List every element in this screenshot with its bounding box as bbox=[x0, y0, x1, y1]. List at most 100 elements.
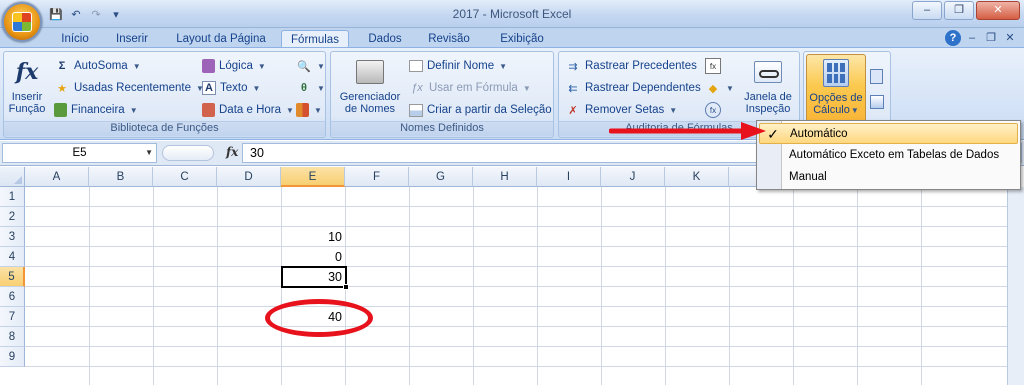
column-header-c[interactable]: C bbox=[153, 167, 217, 187]
menu-item-automatico-label: Automático bbox=[790, 128, 848, 140]
calcular-planilha-button[interactable] bbox=[870, 92, 884, 112]
column-header-g[interactable]: G bbox=[409, 167, 473, 187]
row-header-2[interactable]: 2 bbox=[0, 207, 25, 227]
usadas-recentemente-button[interactable]: ★ Usadas Recentemente ▼ bbox=[54, 78, 204, 98]
row-header-8[interactable]: 8 bbox=[0, 327, 25, 347]
avaliar-formula-button[interactable]: fx bbox=[705, 100, 721, 120]
workbook-restore-icon[interactable]: ❐ bbox=[983, 30, 999, 46]
chevron-down-icon: ▼ bbox=[286, 105, 294, 115]
remover-setas-button[interactable]: ✗ Remover Setas ▼ bbox=[565, 100, 677, 120]
expand-handle-icon[interactable] bbox=[162, 145, 214, 161]
row-header-4[interactable]: 4 bbox=[0, 247, 25, 267]
insert-function-icon[interactable]: fx bbox=[226, 145, 238, 159]
gridline bbox=[25, 226, 1020, 227]
gridline bbox=[25, 286, 1020, 287]
autosoma-button[interactable]: Σ AutoSoma ▼ bbox=[54, 56, 141, 76]
row-header-3[interactable]: 3 bbox=[0, 227, 25, 247]
mostrar-formulas-button[interactable]: fx bbox=[705, 56, 721, 76]
chevron-down-icon: ▼ bbox=[129, 105, 138, 115]
pesquisa-referencia-button[interactable]: 🔍 ▼ bbox=[296, 56, 325, 76]
row-header-6[interactable]: 6 bbox=[0, 287, 25, 307]
vertical-scrollbar[interactable] bbox=[1007, 187, 1024, 385]
tab-exibicao[interactable]: Exibição bbox=[492, 30, 552, 48]
menu-item-automatico[interactable]: ✓ Automático bbox=[759, 123, 1018, 144]
financeira-button[interactable]: Financeira ▼ bbox=[54, 100, 138, 120]
data-hora-button[interactable]: Data e Hora ▼ bbox=[202, 100, 294, 120]
row-header-7[interactable]: 7 bbox=[0, 307, 25, 327]
error-check-icon: ◆ bbox=[708, 82, 718, 95]
workbook-minimize-icon[interactable]: – bbox=[964, 30, 980, 46]
gerenciador-label-1: Gerenciador bbox=[339, 91, 401, 103]
office-button[interactable] bbox=[2, 2, 42, 42]
opcoes-calculo-button[interactable]: Opções de Cálculo▼ bbox=[806, 54, 866, 124]
column-header-b[interactable]: B bbox=[89, 167, 153, 187]
inserir-funcao-button[interactable]: fx Inserir Função bbox=[7, 56, 47, 115]
excel-window: 💾 ↶ ↷ ▾ 2017 - Microsoft Excel – ❐ ✕ Iní… bbox=[0, 0, 1024, 385]
usadas-label: Usadas Recentemente bbox=[74, 82, 191, 94]
close-button[interactable]: ✕ bbox=[976, 1, 1020, 20]
column-header-f[interactable]: F bbox=[345, 167, 409, 187]
logica-button[interactable]: Lógica ▼ bbox=[202, 56, 266, 76]
calculation-options-menu: ✓ Automático Automático Exceto em Tabela… bbox=[756, 120, 1021, 190]
chevron-down-icon: ▼ bbox=[850, 106, 859, 115]
tab-revisao[interactable]: Revisão bbox=[422, 30, 476, 48]
group-label-funcoes: Biblioteca de Funções bbox=[4, 121, 325, 136]
column-header-d[interactable]: D bbox=[217, 167, 281, 187]
worksheet-grid[interactable]: A B C D E F G H I J K L M N O 1 2 3 4 5 … bbox=[0, 167, 1024, 385]
column-header-k[interactable]: K bbox=[665, 167, 729, 187]
help-icon[interactable]: ? bbox=[945, 30, 961, 46]
column-header-h[interactable]: H bbox=[473, 167, 537, 187]
menu-item-manual[interactable]: Manual bbox=[759, 167, 1018, 188]
mais-funcoes-button[interactable]: ▼ bbox=[296, 100, 322, 120]
cell-e3[interactable]: 10 bbox=[281, 227, 345, 247]
fx-small-icon: ƒx bbox=[411, 82, 423, 94]
definir-nome-button[interactable]: Definir Nome ▼ bbox=[409, 56, 507, 76]
name-box[interactable]: E5 ▼ bbox=[2, 143, 157, 163]
restore-button[interactable]: ❐ bbox=[944, 1, 974, 20]
usar-em-formula-button[interactable]: ƒx Usar em Fórmula ▼ bbox=[409, 78, 531, 98]
chevron-down-icon[interactable]: ▼ bbox=[145, 144, 153, 162]
texto-button[interactable]: A Texto ▼ bbox=[202, 78, 260, 98]
office-logo-icon bbox=[12, 12, 32, 32]
tab-layout[interactable]: Layout da Página bbox=[170, 30, 272, 48]
remove-arrows-icon: ✗ bbox=[568, 104, 578, 117]
criar-selecao-button[interactable]: Criar a partir da Seleção bbox=[409, 100, 552, 120]
verificacao-erros-button[interactable]: ◆ ▼ bbox=[705, 78, 734, 98]
matematica-button[interactable]: θ ▼ bbox=[296, 78, 325, 98]
create-from-selection-icon bbox=[409, 103, 423, 117]
cell-e4[interactable]: 0 bbox=[281, 247, 345, 267]
define-name-icon bbox=[409, 60, 423, 72]
sigma-icon: Σ bbox=[58, 60, 66, 72]
rastrear-dependentes-button[interactable]: ⇇ Rastrear Dependentes bbox=[565, 78, 700, 98]
janela-label-1: Janela de bbox=[744, 91, 792, 103]
tab-inserir[interactable]: Inserir bbox=[106, 30, 158, 48]
column-header-e[interactable]: E bbox=[281, 167, 345, 187]
calcular-agora-button[interactable] bbox=[870, 66, 883, 86]
fill-handle[interactable] bbox=[343, 284, 349, 290]
gridline bbox=[25, 266, 1020, 267]
window-title: 2017 - Microsoft Excel bbox=[452, 7, 572, 21]
calc-sheet-icon bbox=[870, 95, 884, 109]
menu-item-manual-label: Manual bbox=[789, 171, 827, 183]
column-header-j[interactable]: J bbox=[601, 167, 665, 187]
minimize-button[interactable]: – bbox=[912, 1, 942, 20]
rastrear-precedentes-button[interactable]: ⇉ Rastrear Precedentes bbox=[565, 56, 696, 76]
remover-setas-label: Remover Setas bbox=[585, 104, 665, 116]
ribbon-tabs: Início Inserir Layout da Página Fórmulas… bbox=[0, 28, 1024, 49]
row-header-5[interactable]: 5 bbox=[0, 267, 25, 287]
select-all-button[interactable] bbox=[0, 167, 25, 187]
column-header-a[interactable]: A bbox=[25, 167, 89, 187]
chevron-down-icon: ▼ bbox=[499, 61, 508, 71]
menu-item-automatico-exceto[interactable]: Automático Exceto em Tabelas de Dados bbox=[759, 145, 1018, 166]
star-icon: ★ bbox=[57, 82, 67, 95]
tab-dados[interactable]: Dados bbox=[362, 30, 408, 48]
name-manager-icon bbox=[354, 56, 386, 88]
row-header-1[interactable]: 1 bbox=[0, 187, 25, 207]
tab-inicio[interactable]: Início bbox=[52, 30, 98, 48]
column-header-i[interactable]: I bbox=[537, 167, 601, 187]
gerenciador-nomes-button[interactable]: Gerenciador de Nomes bbox=[335, 56, 405, 115]
row-header-9[interactable]: 9 bbox=[0, 347, 25, 367]
workbook-close-icon[interactable]: ✕ bbox=[1002, 30, 1018, 46]
janela-inspecao-button[interactable]: Janela de Inspeção bbox=[739, 56, 797, 115]
gerenciador-label-2: de Nomes bbox=[344, 103, 396, 115]
